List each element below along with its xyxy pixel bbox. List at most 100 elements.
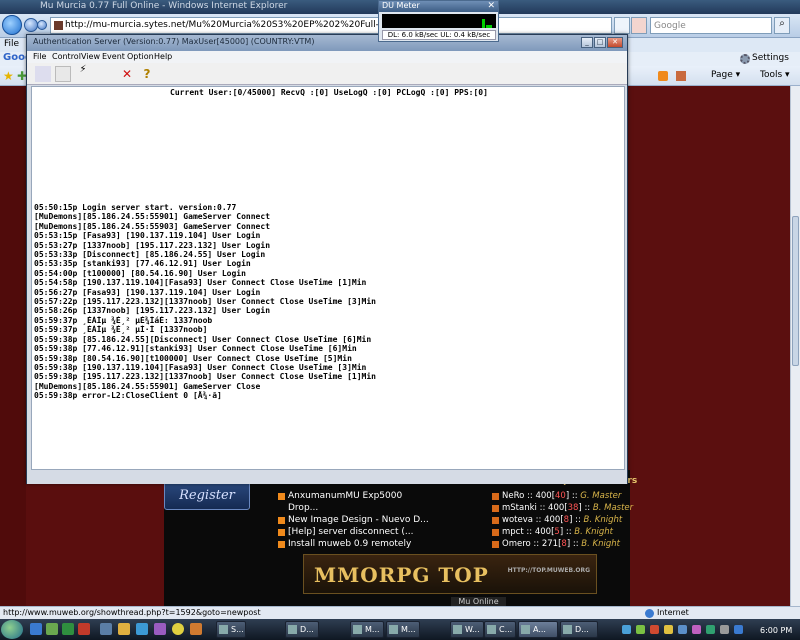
minimize-button[interactable]: _ xyxy=(581,37,593,48)
tray-icon[interactable] xyxy=(650,625,659,634)
character-level: 8 xyxy=(561,539,567,549)
taskbar-clock[interactable]: 6:00 PM xyxy=(760,626,792,635)
log-line: 05:59:38p error-L2:CloseClient 0 [Å¾·ã] xyxy=(34,391,222,401)
character-name: mpct xyxy=(502,527,524,537)
menu-file[interactable]: File xyxy=(4,39,19,49)
auth-menu-option[interactable]: Option xyxy=(127,52,154,61)
character-row[interactable]: mpct :: 400[5] :: B. Knight xyxy=(492,527,628,539)
quicklaunch-icon[interactable] xyxy=(154,623,166,635)
quicklaunch-folder-icon[interactable] xyxy=(118,623,130,635)
character-row[interactable]: woteva :: 400[8] :: B. Knight xyxy=(492,515,628,527)
du-meter-window[interactable]: DU Meter ✕ DL: 6.0 kB/sec UL: 0.4 kB/sec xyxy=(378,0,499,42)
tray-icon[interactable] xyxy=(622,625,631,634)
task-label: D... xyxy=(575,625,589,634)
forum-post-continuation[interactable]: Drop... xyxy=(278,503,478,515)
back-button[interactable] xyxy=(24,18,38,32)
download-bar xyxy=(482,19,485,28)
character-icon xyxy=(492,541,499,548)
quicklaunch-icon[interactable] xyxy=(62,623,74,635)
rss-icon[interactable] xyxy=(658,71,668,81)
browser-status-bar: http://www.muweb.org/showthread.php?t=15… xyxy=(0,606,800,619)
taskbar-button-active[interactable]: A... xyxy=(518,621,558,638)
taskbar-button[interactable]: M... xyxy=(350,621,384,638)
character-score: 400 xyxy=(534,527,552,537)
quicklaunch-icon[interactable] xyxy=(100,623,112,635)
authentication-server-window[interactable]: Authentication Server (Version:0.77) Max… xyxy=(26,34,628,484)
mu-online-label: Mu Online xyxy=(451,597,506,606)
log-line: 05:59:37p ¸ÉÁÌµ ¾É¸² µÉ¾ÌáÉ: 1337noob xyxy=(34,315,213,325)
blank-tool-icon[interactable] xyxy=(55,66,71,82)
tools-menu[interactable]: Tools ▾ xyxy=(760,70,790,80)
taskbar-button[interactable]: C... xyxy=(484,621,516,638)
quicklaunch-icon[interactable] xyxy=(190,623,202,635)
banner-url: HTTP://TOP.MUWEB.ORG xyxy=(507,567,590,574)
taskbar-button[interactable]: D... xyxy=(285,621,319,638)
quicklaunch-icon[interactable] xyxy=(78,623,90,635)
character-level: 8 xyxy=(563,515,570,525)
network-icon[interactable]: ⚡ xyxy=(75,65,91,82)
character-level: 40 xyxy=(555,491,566,501)
quicklaunch-ie-icon[interactable] xyxy=(30,623,42,635)
close-button[interactable]: ✕ xyxy=(607,37,623,48)
server-start-icon[interactable] xyxy=(35,66,51,82)
forum-post[interactable]: AnxumanumMU Exp5000 xyxy=(278,491,478,503)
character-name: NeRo xyxy=(502,491,525,501)
server-log-area[interactable]: Current User:[0/45000] RecvQ :[0] UseLog… xyxy=(31,86,625,470)
maximize-button[interactable]: □ xyxy=(594,37,606,48)
security-zone: Internet xyxy=(657,608,689,617)
search-icon[interactable]: ⌕ xyxy=(774,17,790,34)
quicklaunch-icon[interactable] xyxy=(46,623,58,635)
help-icon[interactable]: ? xyxy=(139,66,155,82)
start-button[interactable] xyxy=(1,620,23,639)
du-meter-title-bar[interactable]: DU Meter xyxy=(379,1,498,12)
favicon-icon xyxy=(54,21,63,30)
character-row[interactable]: NeRo :: 400[40] :: G. Master xyxy=(492,491,628,503)
scrollbar-thumb[interactable] xyxy=(792,216,799,366)
quicklaunch-icon[interactable] xyxy=(136,623,148,635)
tray-icon[interactable] xyxy=(706,625,715,634)
character-name: Omero xyxy=(502,539,531,549)
page-menu[interactable]: Page ▾ xyxy=(711,70,740,80)
auth-window-title-bar[interactable]: Authentication Server (Version:0.77) Max… xyxy=(27,35,627,51)
du-meter-readout: DL: 6.0 kB/sec UL: 0.4 kB/sec xyxy=(382,30,496,40)
auth-menu-help[interactable]: Help xyxy=(154,52,172,61)
search-input[interactable]: Google xyxy=(650,17,772,34)
tray-icon[interactable] xyxy=(692,625,701,634)
favorites-star-icon[interactable]: ★ xyxy=(3,69,14,83)
stop-button[interactable] xyxy=(631,17,647,34)
tray-icon[interactable] xyxy=(664,625,673,634)
auth-menu-view[interactable]: View xyxy=(81,52,100,61)
forum-post-title: AnxumanumMU Exp5000 xyxy=(288,491,403,501)
forward-button[interactable] xyxy=(37,20,47,30)
forum-post[interactable]: [Help] server disconnect (... xyxy=(278,527,478,539)
quicklaunch-smiley-icon[interactable] xyxy=(172,623,184,635)
print-icon[interactable] xyxy=(676,71,686,81)
refresh-button[interactable] xyxy=(614,17,630,34)
settings-button[interactable]: Settings xyxy=(740,53,789,64)
auth-menu-control[interactable]: Control xyxy=(52,52,81,61)
tray-icon[interactable] xyxy=(678,625,687,634)
stop-server-icon[interactable]: ✕ xyxy=(119,66,135,82)
taskbar-button[interactable]: S... xyxy=(216,621,246,638)
tray-icon[interactable] xyxy=(636,625,645,634)
mmorpg-top-banner[interactable]: MMORPG TOP HTTP://TOP.MUWEB.ORG xyxy=(303,554,597,594)
forum-post[interactable]: Install muweb 0.9 remotely xyxy=(278,539,478,551)
taskbar-button[interactable]: W... xyxy=(450,621,484,638)
taskbar-button[interactable]: D... xyxy=(560,621,598,638)
character-row[interactable]: mStanki :: 400[38] :: B. Master xyxy=(492,503,633,515)
character-row[interactable]: Omero :: 271[8] :: B. Knight xyxy=(492,539,628,551)
auth-menu-file[interactable]: File xyxy=(33,52,46,61)
auth-menu-event[interactable]: Event xyxy=(102,52,125,61)
forum-post[interactable]: New Image Design - Nuevo D... xyxy=(278,515,478,527)
tray-volume-icon[interactable] xyxy=(720,625,729,634)
du-meter-close-icon[interactable]: ✕ xyxy=(487,1,495,11)
tray-network-icon[interactable] xyxy=(734,625,743,634)
task-icon xyxy=(487,625,496,634)
page-scrollbar[interactable] xyxy=(790,86,800,606)
url-input[interactable]: http://mu-murcia.sytes.net/Mu%20Murcia%2… xyxy=(50,17,612,34)
character-class: B. Knight xyxy=(583,515,623,525)
task-label: D... xyxy=(300,625,314,634)
log-line: 05:59:37p ¸ÉÁÌµ ¾É¸² µÌ·Ì [1337noob] xyxy=(34,325,208,335)
taskbar-button[interactable]: M... xyxy=(386,621,420,638)
register-button[interactable]: Register xyxy=(164,480,250,510)
